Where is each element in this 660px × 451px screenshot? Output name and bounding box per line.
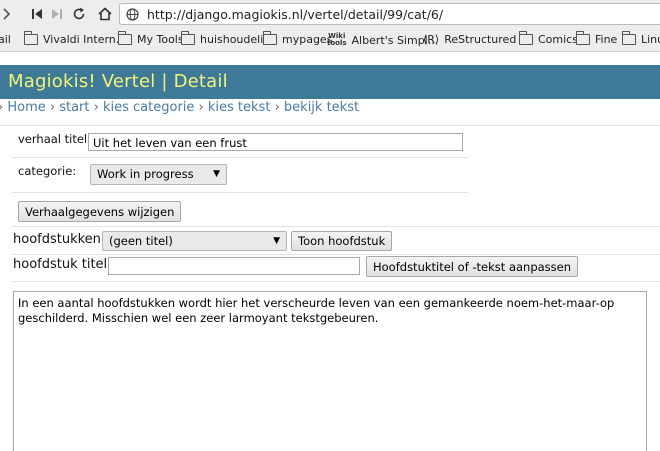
show-chapter-button[interactable]: Toon hoofdstuk bbox=[291, 231, 393, 251]
forward-chevron-icon[interactable] bbox=[0, 5, 14, 23]
bookmark-mypages[interactable]: mypages bbox=[263, 31, 333, 46]
bookmark-huishoudelijk[interactable]: huishoudelijk bbox=[181, 31, 273, 46]
bookmark-label: huishoudelijk bbox=[200, 33, 273, 46]
divider bbox=[12, 226, 660, 227]
breadcrumb-kies-tekst[interactable]: kies tekst bbox=[208, 100, 271, 115]
breadcrumb-kies-categorie[interactable]: kies categorie bbox=[103, 100, 194, 115]
folder-icon bbox=[576, 31, 590, 45]
title-input[interactable]: Uit het leven van een frust bbox=[88, 133, 463, 151]
category-select-value: Work in progress bbox=[97, 167, 194, 181]
breadcrumb: › Home › start › kies categorie › kies t… bbox=[0, 100, 660, 126]
breadcrumb-separator: › bbox=[49, 100, 56, 115]
breadcrumb-start[interactable]: start bbox=[59, 100, 89, 115]
site-info-icon[interactable] bbox=[126, 8, 139, 24]
update-story-row: Verhaalgegevens wijzigen bbox=[12, 193, 468, 226]
breadcrumb-home[interactable]: Home bbox=[7, 100, 45, 115]
folder-icon bbox=[24, 31, 38, 45]
bookmark-label: Vivaldi Intern... bbox=[43, 33, 127, 46]
bookmark-label: My Tools bbox=[137, 33, 184, 46]
folder-icon bbox=[118, 31, 132, 45]
restructured-icon: ⟨R⟩ bbox=[423, 33, 440, 46]
bookmarks-bar: ail Vivaldi Intern... My Tools huishoude… bbox=[0, 28, 660, 52]
bookmark-label: ail bbox=[0, 33, 11, 46]
address-bar[interactable]: http://django.magiokis.nl/vertel/detail/… bbox=[119, 3, 660, 25]
page-title: Magiokis! Vertel | Detail bbox=[8, 71, 228, 92]
story-form: verhaal titel: Uit het leven van een fru… bbox=[12, 126, 468, 226]
category-label: categorie: bbox=[18, 164, 77, 178]
bookmark-label: ReStructured ... bbox=[444, 33, 531, 46]
folder-icon bbox=[519, 31, 533, 45]
browser-toolbar: http://django.magiokis.nl/vertel/detail/… bbox=[0, 0, 660, 28]
bookmark-comics[interactable]: Comics bbox=[519, 31, 578, 46]
chapter-select[interactable]: (geen titel) ▼ bbox=[102, 231, 287, 251]
breadcrumb-separator: › bbox=[274, 100, 280, 115]
title-label: verhaal titel: bbox=[18, 132, 91, 146]
page-top-gap bbox=[0, 52, 660, 65]
dropdown-arrow-icon: ▼ bbox=[273, 236, 280, 246]
breadcrumb-separator: › bbox=[0, 100, 3, 115]
folder-icon bbox=[622, 31, 636, 45]
bookmark-alberts-simpl[interactable]: Wiki tools Albert's Simpl... bbox=[327, 33, 438, 47]
update-story-button[interactable]: Verhaalgegevens wijzigen bbox=[18, 201, 182, 222]
reload-icon[interactable] bbox=[70, 5, 88, 23]
chapter-title-label: hoofdstuk titel: bbox=[13, 257, 112, 272]
home-icon[interactable] bbox=[96, 5, 114, 23]
folder-icon bbox=[263, 31, 277, 45]
chapters-label: hoofdstukken: bbox=[13, 232, 106, 247]
bookmark-label: Linux bbox=[641, 33, 660, 46]
title-row: verhaal titel: Uit het leven van een fru… bbox=[12, 126, 468, 158]
bookmark-fine[interactable]: Fine bbox=[576, 31, 618, 46]
bookmark-restructured[interactable]: ⟨R⟩ ReStructured ... bbox=[423, 33, 530, 46]
bookmark-vivaldi-intern[interactable]: Vivaldi Intern... bbox=[24, 31, 127, 46]
bookmark-label: Fine bbox=[595, 33, 618, 46]
bookmark-label: Comics bbox=[538, 33, 578, 46]
page-header: Magiokis! Vertel | Detail bbox=[0, 65, 660, 99]
chapter-select-value: (geen titel) bbox=[109, 234, 173, 248]
divider bbox=[12, 254, 660, 255]
breadcrumb-bekijk-tekst[interactable]: bekijk tekst bbox=[284, 100, 359, 115]
chapter-title-input[interactable] bbox=[108, 257, 360, 275]
folder-icon bbox=[181, 31, 195, 45]
url-text: http://django.magiokis.nl/vertel/detail/… bbox=[147, 7, 444, 22]
last-page-icon bbox=[48, 5, 66, 23]
category-select[interactable]: Work in progress ▼ bbox=[90, 164, 227, 185]
bookmark-label: mypages bbox=[282, 33, 333, 46]
wiki-icon: Wiki tools bbox=[327, 32, 347, 47]
bookmark-mail[interactable]: ail bbox=[0, 33, 11, 46]
category-row: categorie: Work in progress ▼ bbox=[12, 158, 468, 193]
update-chapter-button[interactable]: Hoofdstuktitel of -tekst aanpassen bbox=[366, 256, 579, 277]
chapter-text-area[interactable]: In een aantal hoofdstukken wordt hier he… bbox=[13, 291, 647, 451]
dropdown-arrow-icon: ▼ bbox=[213, 169, 220, 179]
divider bbox=[12, 281, 660, 282]
bookmark-linux[interactable]: Linux bbox=[622, 31, 660, 46]
bookmark-my-tools[interactable]: My Tools bbox=[118, 31, 184, 46]
first-page-icon[interactable] bbox=[28, 5, 46, 23]
breadcrumb-separator: › bbox=[198, 100, 204, 115]
breadcrumb-separator: › bbox=[93, 100, 99, 115]
